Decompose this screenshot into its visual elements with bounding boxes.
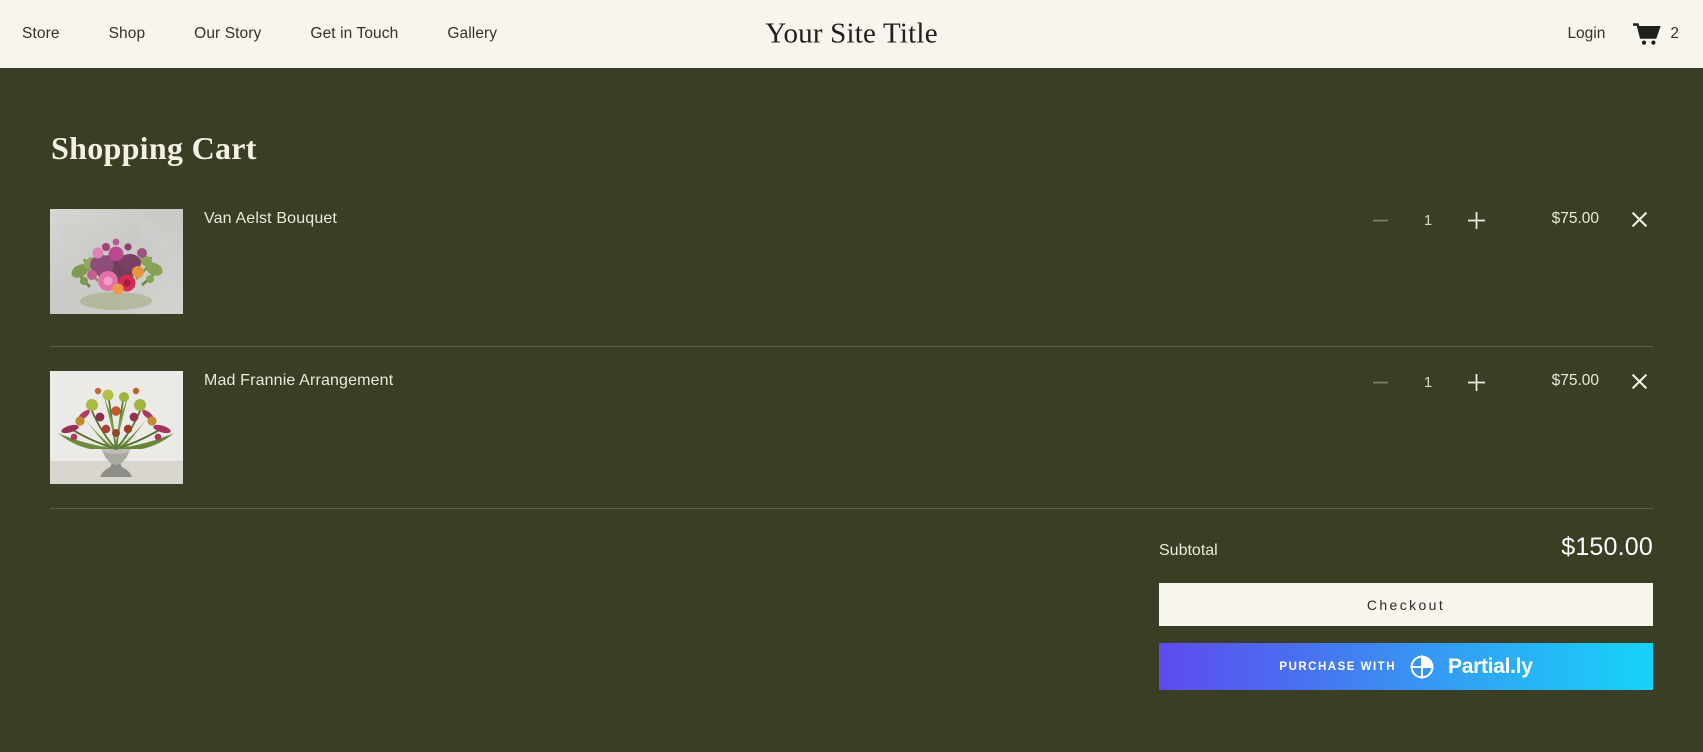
- nav-item-get-in-touch[interactable]: Get in Touch: [310, 19, 398, 49]
- shopping-cart-icon: [1633, 22, 1662, 46]
- quantity-stepper: 1: [1369, 371, 1487, 393]
- nav-item-shop[interactable]: Shop: [109, 19, 146, 49]
- subtotal-label: Subtotal: [1159, 542, 1218, 559]
- purchase-with-partially-button[interactable]: PURCHASE WITH Partial.ly: [1159, 643, 1653, 690]
- page-title: Shopping Cart: [51, 130, 257, 166]
- subtotal-row: Subtotal $150.00: [1159, 533, 1653, 583]
- site-title[interactable]: Your Site Title: [765, 18, 938, 51]
- cart-page: Shopping Cart Van Aelst Bouquet 1 $75.00…: [0, 68, 1703, 752]
- quantity-value[interactable]: 1: [1419, 374, 1437, 391]
- primary-navigation: Store Shop Our Story Get in Touch Galler…: [22, 19, 497, 49]
- header-actions: Login 2: [1567, 22, 1679, 46]
- minus-icon: [1372, 374, 1389, 391]
- cart-item-count: 2: [1670, 25, 1679, 42]
- checkout-button[interactable]: Checkout: [1159, 583, 1653, 626]
- product-price: $75.00: [1551, 210, 1599, 227]
- decrease-quantity-button[interactable]: [1369, 371, 1391, 393]
- quantity-stepper: 1: [1369, 209, 1487, 231]
- minus-icon: [1372, 212, 1389, 229]
- product-name[interactable]: Mad Frannie Arrangement: [183, 371, 1369, 390]
- remove-item-button[interactable]: [1625, 371, 1653, 395]
- partially-wordmark: Partial.ly: [1448, 654, 1533, 678]
- product-thumbnail[interactable]: [50, 209, 183, 314]
- pink-bouquet-image: [50, 209, 183, 314]
- product-thumbnail[interactable]: [50, 371, 183, 484]
- wild-arrangement-image: [50, 371, 183, 484]
- cart-line-item: Mad Frannie Arrangement 1 $75.00: [50, 347, 1653, 509]
- increase-quantity-button[interactable]: [1465, 209, 1487, 231]
- increase-quantity-button[interactable]: [1465, 371, 1487, 393]
- site-header: Store Shop Our Story Get in Touch Galler…: [0, 0, 1703, 68]
- cart-line-item: Van Aelst Bouquet 1 $75.00: [50, 185, 1653, 347]
- close-x-icon: [1631, 373, 1648, 393]
- plus-icon: [1467, 373, 1486, 392]
- product-name[interactable]: Van Aelst Bouquet: [183, 209, 1369, 228]
- cart-button[interactable]: 2: [1633, 22, 1679, 46]
- nav-item-gallery[interactable]: Gallery: [447, 19, 497, 49]
- plus-icon: [1467, 211, 1486, 230]
- partially-circle-logo-icon: [1409, 654, 1435, 680]
- login-link[interactable]: Login: [1567, 25, 1605, 43]
- close-x-icon: [1631, 211, 1648, 231]
- product-price: $75.00: [1551, 372, 1599, 389]
- subtotal-value: $150.00: [1561, 533, 1653, 561]
- decrease-quantity-button[interactable]: [1369, 209, 1391, 231]
- remove-item-button[interactable]: [1625, 209, 1653, 233]
- partially-prefix-label: PURCHASE WITH: [1279, 660, 1397, 673]
- quantity-value[interactable]: 1: [1419, 212, 1437, 229]
- nav-item-our-story[interactable]: Our Story: [194, 19, 261, 49]
- cart-summary: Subtotal $150.00 Checkout PURCHASE WITH …: [50, 509, 1653, 690]
- nav-item-store[interactable]: Store: [22, 19, 60, 49]
